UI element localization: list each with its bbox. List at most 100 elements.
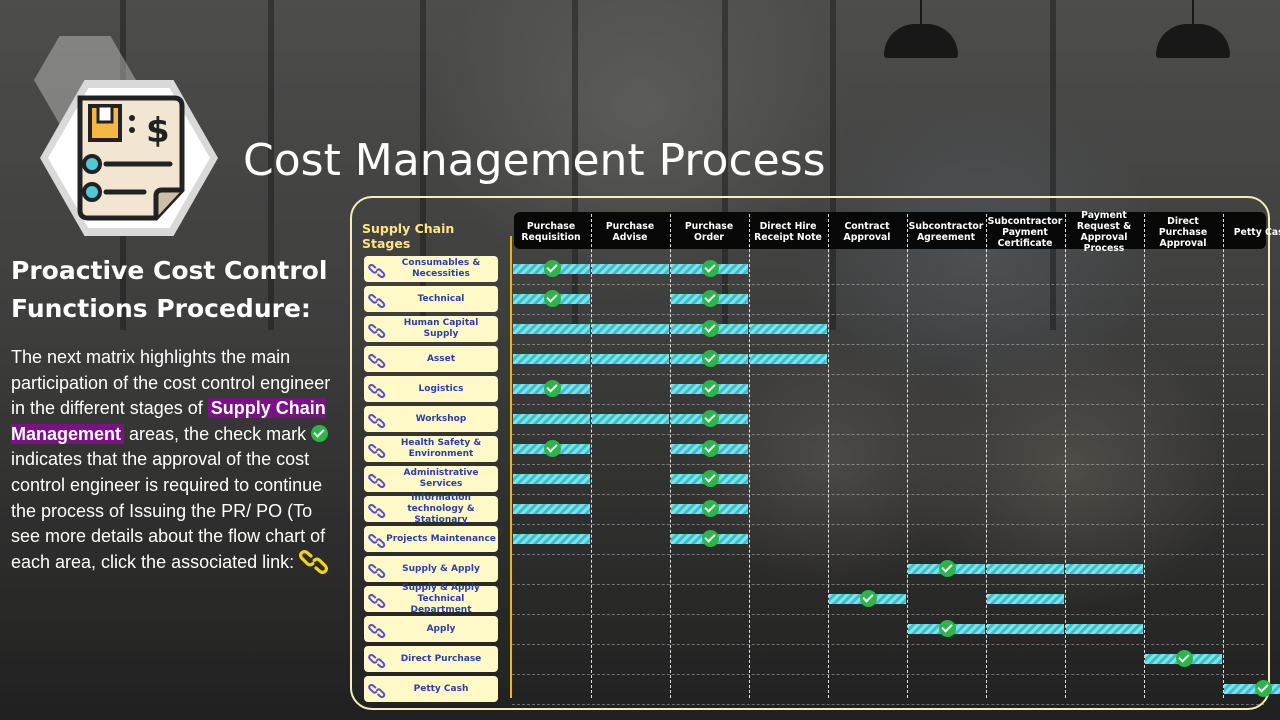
chain-link-icon[interactable]: [367, 413, 387, 432]
row-divider: [512, 344, 1264, 345]
approval-check-icon: [701, 320, 719, 337]
stage-label: Supply & Apply: [402, 563, 480, 574]
stage-label: Health Safety & Environment: [400, 438, 482, 459]
column-header: Purchase Order: [684, 221, 734, 243]
approval-check-icon: [859, 590, 877, 607]
column-header: Contract Approval: [843, 221, 891, 243]
approval-check-icon: [701, 380, 719, 397]
stage-link-button[interactable]: Projects Maintenance: [364, 526, 498, 552]
row-divider: [512, 614, 1264, 615]
invoice-document-icon: $: [77, 95, 185, 221]
chain-link-icon[interactable]: [367, 473, 387, 492]
stage-link-button[interactable]: Supply & Apply Technical Department: [364, 582, 498, 615]
approval-check-icon: [1254, 680, 1272, 697]
stage-link-button[interactable]: Human Capital Supply: [364, 316, 498, 342]
column-divider: [670, 214, 671, 698]
stage-label: Information technology & Stationary: [407, 492, 475, 525]
approval-check-icon: [701, 500, 719, 517]
row-divider: [512, 314, 1264, 315]
column-divider: [1144, 214, 1145, 698]
row-divider: [512, 464, 1264, 465]
stage-label: Technical: [417, 293, 465, 304]
stage-link-button[interactable]: Logistics: [364, 376, 498, 402]
chain-link-icon[interactable]: [367, 653, 387, 672]
stage-link-button[interactable]: Asset: [364, 346, 498, 372]
description-part: indicates that the approval of the cost …: [11, 449, 326, 572]
description-part: areas, the check mark: [124, 423, 312, 444]
row-divider: [512, 374, 1264, 375]
chain-link-icon[interactable]: [367, 443, 387, 462]
stage-label: Supply & Apply Technical Department: [402, 582, 480, 615]
column-header: Subcontractor Payment Certificate: [987, 215, 1063, 249]
participation-bar: [513, 474, 590, 484]
check-mark-icon: [311, 424, 329, 442]
approval-check-icon: [543, 290, 561, 307]
chain-link-icon[interactable]: [367, 683, 387, 702]
rows-axis-line: [510, 236, 512, 698]
stage-label: Asset: [426, 353, 456, 364]
stage-link-button[interactable]: Information technology & Stationary: [364, 492, 498, 525]
stage-link-button[interactable]: Apply: [364, 616, 498, 642]
stage-link-button[interactable]: Workshop: [364, 406, 498, 432]
participation-bar: [592, 354, 669, 364]
chain-link-icon[interactable]: [367, 623, 387, 642]
chain-link-icon[interactable]: [367, 263, 387, 282]
column-header: Purchase Advise: [605, 221, 655, 243]
stage-label: Apply: [426, 623, 456, 634]
chain-link-icon[interactable]: [299, 549, 329, 574]
chain-link-icon[interactable]: [367, 503, 387, 522]
stage-label: Logistics: [418, 383, 464, 394]
column-header: Direct Hire Receipt Note: [754, 221, 822, 243]
row-divider: [512, 674, 1264, 675]
chain-link-icon[interactable]: [367, 293, 387, 312]
column-divider: [828, 214, 829, 698]
column-header: Petty Cash: [1233, 226, 1280, 238]
approval-check-icon: [701, 440, 719, 457]
approval-check-icon: [701, 410, 719, 427]
approval-check-icon: [543, 440, 561, 457]
participation-bar: [513, 354, 590, 364]
participation-bar: [1066, 564, 1143, 574]
stage-link-button[interactable]: Health Safety & Environment: [364, 436, 498, 462]
row-divider: [512, 434, 1264, 435]
chain-link-icon[interactable]: [367, 563, 387, 582]
stage-label: Direct Purchase: [400, 653, 482, 664]
column-divider: [749, 214, 750, 698]
participation-bar: [513, 324, 590, 334]
chain-link-icon[interactable]: [367, 533, 387, 552]
column-divider: [1223, 214, 1224, 698]
participation-bar: [592, 414, 669, 424]
stage-link-button[interactable]: Direct Purchase: [364, 646, 498, 672]
participation-bar: [513, 534, 590, 544]
stage-link-button[interactable]: Administrative Services: [364, 466, 498, 492]
approval-check-icon: [701, 260, 719, 277]
supply-chain-stages-label: Supply Chain Stages: [362, 221, 455, 251]
stage-label: Workshop: [415, 413, 467, 424]
stage-link-button[interactable]: Technical: [364, 286, 498, 312]
approval-check-icon: [701, 470, 719, 487]
stage-link-button[interactable]: Consumables & Necessities: [364, 256, 498, 282]
page-title: Cost Management Process: [243, 135, 826, 186]
participation-bar: [750, 354, 827, 364]
approval-check-icon: [701, 530, 719, 547]
approval-check-icon: [701, 350, 719, 367]
stage-link-button[interactable]: Petty Cash: [364, 676, 498, 702]
stage-label: Petty Cash: [413, 683, 469, 694]
stage-label: Administrative Services: [403, 468, 479, 489]
row-divider: [512, 524, 1264, 525]
participation-bar: [987, 564, 1064, 574]
stage-link-button[interactable]: Supply & Apply: [364, 556, 498, 582]
chain-link-icon[interactable]: [367, 593, 387, 612]
stage-label: Projects Maintenance: [386, 533, 496, 544]
description-text: The next matrix highlights the main part…: [11, 345, 343, 575]
row-divider: [512, 404, 1264, 405]
participation-bar: [750, 324, 827, 334]
chain-link-icon[interactable]: [367, 353, 387, 372]
row-divider: [512, 704, 1264, 705]
participation-bar: [513, 414, 590, 424]
participation-bar: [592, 264, 669, 274]
column-header: Subcontractor Agreement: [908, 221, 984, 243]
chain-link-icon[interactable]: [367, 323, 387, 342]
chain-link-icon[interactable]: [367, 383, 387, 402]
stage-label: Consumables & Necessities: [401, 258, 481, 279]
